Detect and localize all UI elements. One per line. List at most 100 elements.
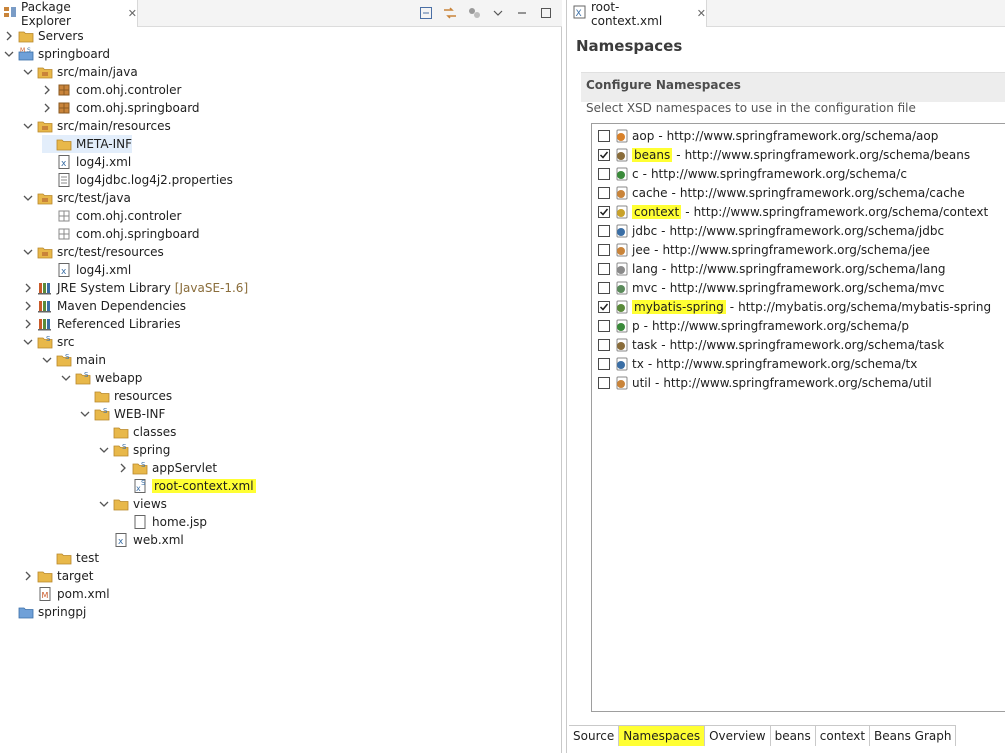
tree-item[interactable]: Smain — [42, 351, 106, 369]
chevron-down-icon[interactable] — [99, 499, 109, 509]
chevron-right-icon[interactable] — [42, 103, 52, 113]
namespace-row-mvc[interactable]: mvc - http://www.springframework.org/schem… — [598, 278, 945, 297]
tree-item[interactable]: src/main/java — [23, 63, 138, 81]
chevron-right-icon[interactable] — [23, 283, 33, 293]
chevron-down-icon[interactable] — [42, 355, 52, 365]
tree-item[interactable]: x web.xml — [99, 531, 184, 549]
tree-item[interactable]: springpj — [4, 603, 86, 621]
tab-root-context[interactable]: X root-context.xml ✕ — [567, 0, 707, 28]
namespace-checkbox[interactable] — [598, 205, 610, 218]
namespace-checkbox[interactable] — [598, 129, 610, 142]
chevron-right-icon[interactable] — [23, 301, 33, 311]
tree-item[interactable]: Mpom.xml — [23, 585, 110, 603]
namespace-row-context[interactable]: context - http://www.springframework.org/s… — [598, 202, 988, 221]
tree-item[interactable]: Servers — [4, 27, 84, 45]
chevron-down-icon[interactable] — [61, 373, 71, 383]
chevron-down-icon[interactable] — [23, 247, 33, 257]
tree-item-label: views — [133, 497, 167, 511]
tree-item[interactable]: log4jdbc.log4j2.properties — [42, 171, 233, 189]
tab-beans-graph[interactable]: Beans Graph — [870, 726, 957, 746]
namespace-checkbox[interactable] — [598, 281, 610, 294]
tab-namespaces[interactable]: Namespaces — [619, 726, 706, 746]
tab-source[interactable]: Source — [569, 726, 620, 746]
tree-item[interactable]: M Sspringboard — [4, 45, 110, 63]
chevron-right-icon[interactable] — [23, 319, 33, 329]
focus-icon[interactable] — [466, 5, 482, 21]
tree-item[interactable]: JRE System Library [JavaSE-1.6] — [23, 279, 248, 297]
tree-item[interactable]: src/main/resources — [23, 117, 171, 135]
tree-item[interactable]: S WEB-INF — [80, 405, 165, 423]
tree-item[interactable]: x log4j.xml — [42, 261, 131, 279]
collapse-all-icon[interactable] — [418, 5, 434, 21]
tree-item[interactable]: Ssrc — [23, 333, 75, 351]
tree-item[interactable]: x log4j.xml — [42, 153, 131, 171]
tree-item[interactable]: com.ohj.springboard — [42, 225, 200, 243]
chevron-down-icon[interactable] — [99, 445, 109, 455]
tree-item[interactable]: classes — [99, 423, 176, 441]
tree-item[interactable]: SappServlet — [118, 459, 217, 477]
tree-item[interactable]: META-INF — [42, 135, 133, 153]
namespace-row-mybatis-spring[interactable]: mybatis-spring - http://mybatis.org/schema… — [598, 297, 991, 316]
tree-item[interactable]: resources — [80, 387, 172, 405]
view-menu-icon[interactable] — [490, 5, 506, 21]
namespace-checkbox[interactable] — [598, 224, 610, 237]
tree-item[interactable]: com.ohj.controler — [42, 81, 181, 99]
namespace-row-lang[interactable]: lang - http://www.springframework.org/sche… — [598, 259, 946, 278]
namespace-checkbox[interactable] — [598, 148, 610, 161]
namespace-row-beans[interactable]: beans - http://www.springframework.org/sch… — [598, 145, 970, 164]
namespace-row-aop[interactable]: aop - http://www.springframework.org/schem… — [598, 126, 938, 145]
chevron-down-icon[interactable] — [80, 409, 90, 419]
namespace-list[interactable]: aop - http://www.springframework.org/schem… — [591, 123, 1005, 712]
chevron-down-icon[interactable] — [23, 337, 33, 347]
namespace-checkbox[interactable] — [598, 319, 610, 332]
namespace-checkbox[interactable] — [598, 243, 610, 256]
tree-item[interactable]: src/test/java — [23, 189, 131, 207]
namespace-checkbox[interactable] — [598, 186, 610, 199]
namespace-prefix: c — [632, 166, 639, 181]
minimize-icon[interactable] — [514, 5, 530, 21]
namespace-row-util[interactable]: util - http://www.springframework.org/sche… — [598, 373, 932, 392]
tree-item[interactable]: target — [23, 567, 94, 585]
namespace-checkbox[interactable] — [598, 300, 610, 313]
tree-item[interactable]: Referenced Libraries — [23, 315, 181, 333]
chevron-down-icon[interactable] — [4, 49, 14, 59]
chevron-down-icon[interactable] — [23, 121, 33, 131]
tab-package-explorer[interactable]: Package Explorer ✕ — [0, 0, 138, 28]
namespace-row-jdbc[interactable]: jdbc - http://www.springframework.org/sche… — [598, 221, 944, 240]
tree-item[interactable]: Sspring — [99, 441, 170, 459]
chevron-right-icon[interactable] — [4, 31, 14, 41]
namespace-row-cache[interactable]: cache - http://www.springframework.org/sch… — [598, 183, 965, 202]
namespace-row-task[interactable]: task - http://www.springframework.org/sche… — [598, 335, 944, 354]
namespace-checkbox[interactable] — [598, 338, 610, 351]
close-icon[interactable]: ✕ — [128, 7, 137, 20]
tree-item[interactable]: src/test/resources — [23, 243, 164, 261]
namespace-row-jee[interactable]: jee - http://www.springframework.org/schem… — [598, 240, 930, 259]
namespace-row-c[interactable]: c - http://www.springframework.org/schema/… — [598, 164, 907, 183]
tab-overview[interactable]: Overview — [705, 726, 771, 746]
tree-item[interactable]: com.ohj.springboard — [42, 99, 200, 117]
chevron-right-icon[interactable] — [118, 463, 128, 473]
maximize-icon[interactable] — [538, 5, 554, 21]
jdbc-icon — [614, 223, 630, 239]
namespace-row-p[interactable]: p - http://www.springframework.org/schema/… — [598, 316, 909, 335]
namespace-checkbox[interactable] — [598, 376, 610, 389]
tree-item[interactable]: com.ohj.controler — [42, 207, 181, 225]
chevron-right-icon[interactable] — [23, 571, 33, 581]
tree-item[interactable]: home.jsp — [118, 513, 207, 531]
chevron-right-icon[interactable] — [42, 85, 52, 95]
namespace-checkbox[interactable] — [598, 167, 610, 180]
tree-item[interactable]: views — [99, 495, 167, 513]
link-with-editor-icon[interactable] — [442, 5, 458, 21]
namespace-checkbox[interactable] — [598, 262, 610, 275]
tree-item[interactable]: Maven Dependencies — [23, 297, 186, 315]
close-icon[interactable]: ✕ — [697, 7, 706, 20]
chevron-down-icon[interactable] — [23, 193, 33, 203]
tab-beans[interactable]: beans — [770, 726, 816, 746]
tree-item[interactable]: test — [42, 549, 99, 567]
namespace-checkbox[interactable] — [598, 357, 610, 370]
tree-item[interactable]: Swebapp — [61, 369, 142, 387]
namespace-row-tx[interactable]: tx - http://www.springframework.org/schema… — [598, 354, 917, 373]
tab-context[interactable]: context — [815, 726, 871, 746]
tree-item[interactable]: x S root-context.xml — [118, 477, 256, 495]
chevron-down-icon[interactable] — [23, 67, 33, 77]
